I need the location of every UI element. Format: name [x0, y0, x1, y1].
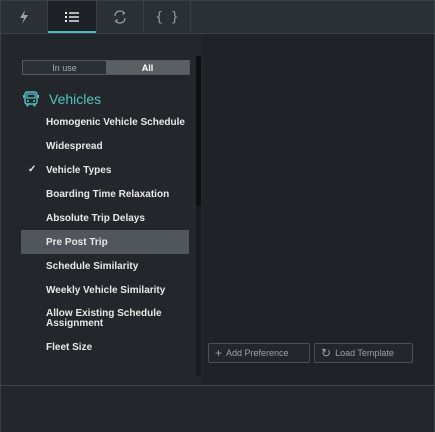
- lightning-icon: [20, 10, 28, 24]
- list-item[interactable]: Homogenic Vehicle Schedule: [21, 110, 189, 134]
- bus-icon: [23, 91, 39, 107]
- preferences-panel: In use All Vehicles Homogenic Vehicle Sc…: [1, 34, 202, 384]
- list-item[interactable]: Boarding Time Relaxation: [21, 182, 189, 206]
- list-item[interactable]: Weekly Vehicle Similarity: [21, 278, 189, 302]
- section-title: Vehicles: [49, 91, 102, 107]
- list-icon: [65, 12, 79, 22]
- list-item-selected[interactable]: Pre Post Trip: [21, 230, 189, 254]
- checkmark-icon: ✓: [28, 164, 37, 175]
- braces-icon: { }: [155, 9, 179, 25]
- filter-all[interactable]: All: [106, 61, 189, 74]
- usage-filter: In use All: [22, 60, 190, 75]
- tab-list[interactable]: [48, 1, 97, 33]
- add-preference-label: Add Preference: [226, 348, 289, 358]
- list-item[interactable]: Absolute Trip Delays: [21, 206, 189, 230]
- cycle-icon: [114, 10, 126, 24]
- section-header: Vehicles: [22, 89, 101, 109]
- tab-code[interactable]: { }: [144, 1, 191, 33]
- detail-panel: + Add Preference ↻ Load Template: [202, 34, 434, 384]
- list-item[interactable]: ✓ Vehicle Types: [21, 158, 189, 182]
- list-item[interactable]: Schedule Similarity: [21, 254, 189, 278]
- tab-bar: { }: [1, 1, 434, 34]
- bottom-bar: [1, 385, 434, 432]
- list-item[interactable]: Allow Existing Schedule Assignment: [21, 302, 189, 335]
- list-item-label: Pre Post Trip: [46, 236, 108, 248]
- scrollbar-thumb[interactable]: [196, 56, 201, 206]
- filter-in-use[interactable]: In use: [23, 61, 106, 74]
- add-preference-button[interactable]: + Add Preference: [208, 343, 310, 363]
- app-frame: { } In use All Vehicles Homogenic Vehicl…: [0, 0, 435, 432]
- load-template-label: Load Template: [335, 348, 394, 358]
- list-item-label: Widespread: [46, 140, 103, 152]
- list-item-label: Homogenic Vehicle Schedule: [46, 116, 185, 128]
- reload-icon: ↻: [321, 346, 332, 360]
- load-template-button[interactable]: ↻ Load Template: [314, 343, 413, 363]
- list-item[interactable]: Fleet Size: [21, 335, 189, 359]
- list-item-label: Schedule Similarity: [46, 260, 139, 272]
- preference-list: Homogenic Vehicle Schedule Widespread ✓ …: [21, 110, 189, 359]
- tab-lightning[interactable]: [1, 1, 48, 33]
- list-item[interactable]: Widespread: [21, 134, 189, 158]
- list-item-label: Weekly Vehicle Similarity: [46, 284, 166, 296]
- list-item-label: Allow Existing Schedule Assignment: [46, 307, 162, 329]
- tab-cycle[interactable]: [97, 1, 144, 33]
- list-item-label: Absolute Trip Delays: [46, 212, 145, 224]
- list-item-label: Vehicle Types: [46, 164, 112, 176]
- list-item-label: Fleet Size: [46, 341, 93, 353]
- plus-icon: +: [215, 346, 223, 360]
- list-item-label: Boarding Time Relaxation: [46, 188, 170, 200]
